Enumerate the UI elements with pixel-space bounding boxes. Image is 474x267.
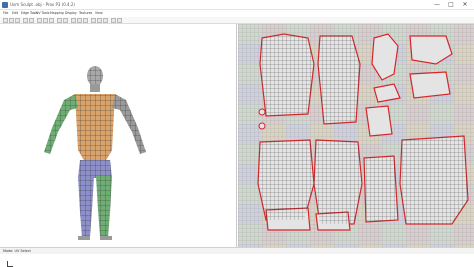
tool-button[interactable] [43, 18, 48, 23]
tool-button[interactable] [9, 18, 14, 23]
tool-button[interactable] [91, 18, 96, 23]
tool-button[interactable] [3, 18, 8, 23]
close-button[interactable]: ✕ [458, 0, 472, 10]
status-bar: Mode: UV Select [0, 247, 474, 254]
uv-layout [238, 24, 474, 247]
tool-button[interactable] [57, 18, 62, 23]
menu-file[interactable]: File [3, 10, 8, 17]
tool-button[interactable] [71, 18, 76, 23]
toolbar [0, 17, 474, 24]
tool-button[interactable] [63, 18, 68, 23]
window-title: Uvm Sculpt .obj - Prox P3 (0.4.2) [10, 2, 75, 7]
tool-button[interactable] [111, 18, 116, 23]
tool-button[interactable] [37, 18, 42, 23]
tool-button[interactable] [117, 18, 122, 23]
figure-wireframe [44, 66, 146, 240]
maximize-button[interactable]: □ [444, 0, 458, 10]
tool-button[interactable] [77, 18, 82, 23]
menu-edit[interactable]: Edit [12, 10, 18, 17]
menu-mapping[interactable]: Mapping [50, 10, 64, 17]
menu-bar: File Edit Edge Tools UV Tools Mapping Di… [0, 10, 474, 17]
title-bar: Uvm Sculpt .obj - Prox P3 (0.4.2) — □ ✕ [0, 0, 474, 10]
axis-gizmo-icon [7, 261, 13, 267]
tool-button[interactable] [29, 18, 34, 23]
tool-button[interactable] [15, 18, 20, 23]
tool-button[interactable] [83, 18, 88, 23]
tool-button[interactable] [49, 18, 54, 23]
menu-uv-tools[interactable]: UV Tools [36, 10, 49, 17]
uv-editor-viewport[interactable] [238, 24, 474, 247]
menu-view[interactable]: View [95, 10, 103, 17]
tool-button[interactable] [103, 18, 108, 23]
minimize-button[interactable]: — [430, 0, 444, 10]
tool-button[interactable] [97, 18, 102, 23]
menu-display[interactable]: Display [65, 10, 77, 17]
3d-viewport[interactable] [0, 24, 237, 267]
tool-button[interactable] [23, 18, 28, 23]
menu-textures[interactable]: Textures [79, 10, 92, 17]
app-icon [2, 2, 8, 8]
